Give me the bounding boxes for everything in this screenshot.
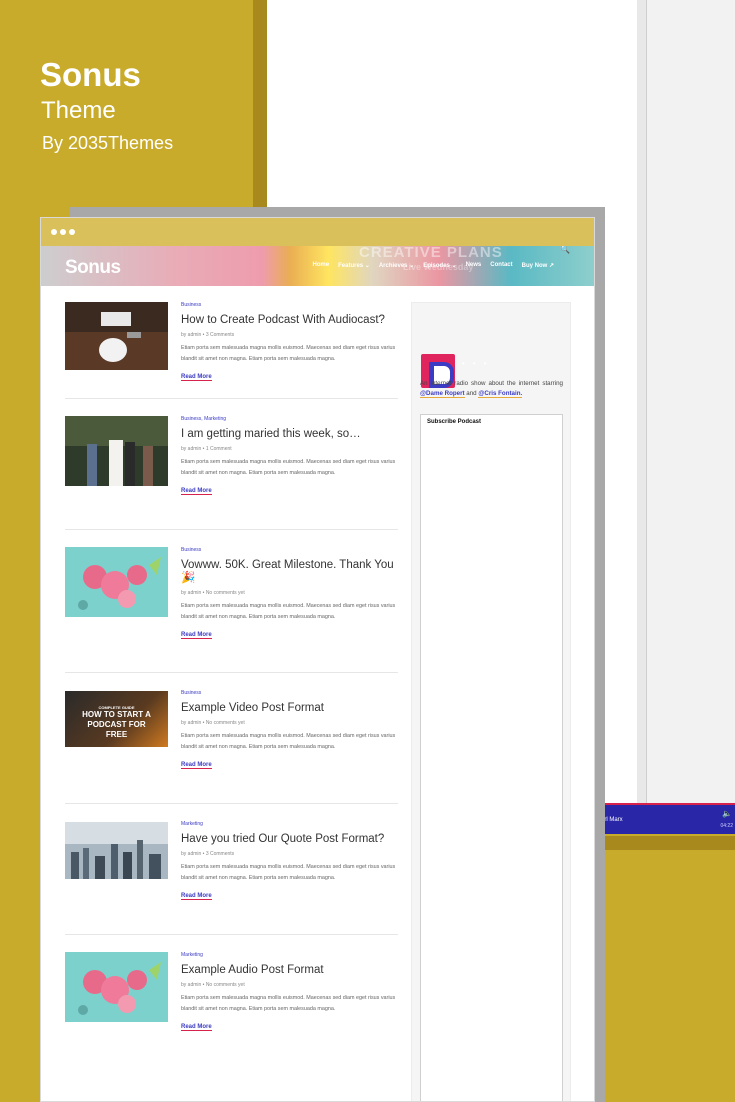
site-logo-text: Sonus xyxy=(65,257,121,278)
host-link-1[interactable]: @Dame Ropert xyxy=(420,390,465,398)
nav-episodes[interactable]: Episodes ⌄ xyxy=(423,262,456,269)
site-header: CREATIVE PLANS Live Wednesday Sonus 🔍 Ho… xyxy=(41,246,594,286)
post-category[interactable]: Business xyxy=(181,547,398,553)
backdrop-gray-column xyxy=(637,0,735,805)
read-more-link[interactable]: Read More xyxy=(181,762,212,769)
player-time: 04:22 xyxy=(720,823,733,829)
read-more-link[interactable]: Read More xyxy=(181,632,212,639)
backdrop-right xyxy=(605,850,735,1102)
nav-news[interactable]: News xyxy=(466,262,482,269)
site-logo[interactable]: Sonus xyxy=(65,257,121,279)
post-thumbnail-video[interactable]: COMPLETE GUIDE HOW TO START A PODCAST FO… xyxy=(65,691,168,747)
nav-features[interactable]: Features ⌄ xyxy=(338,262,370,269)
post-item: Marketing Have you tried Our Quote Post … xyxy=(65,821,398,935)
post-excerpt: Etiam porta sem malesuada magna mollis e… xyxy=(181,864,396,881)
read-more-link[interactable]: Read More xyxy=(181,893,212,900)
main-nav: Home Features ⌄ Archieves ⌄ Episodes ⌄ N… xyxy=(312,262,554,269)
post-category[interactable]: Marketing xyxy=(181,952,398,958)
post-excerpt: Etiam porta sem malesuada magna mollis e… xyxy=(181,603,396,620)
subscribe-label: Subscribe Podcast xyxy=(427,419,481,425)
post-category[interactable]: Business xyxy=(181,302,398,308)
post-title[interactable]: Example Audio Post Format xyxy=(181,964,398,977)
post-item: Business How to Create Podcast With Audi… xyxy=(65,302,398,399)
post-meta: by admin • No comments yet xyxy=(181,590,245,596)
post-thumbnail-party[interactable] xyxy=(65,547,168,617)
hero-banner: CREATIVE PLANS xyxy=(359,246,503,261)
post-excerpt: Etiam porta sem malesuada magna mollis e… xyxy=(181,995,396,1012)
post-title[interactable]: Vowww. 50K. Great Milestone. Thank You 🎉 xyxy=(181,559,398,585)
post-category[interactable]: Business, Marketing xyxy=(181,416,398,422)
post-excerpt: Etiam porta sem malesuada magna mollis e… xyxy=(181,345,396,362)
brand-author: By 2035Themes xyxy=(42,133,174,153)
post-list: Business How to Create Podcast With Audi… xyxy=(65,302,398,1052)
backdrop-strip xyxy=(253,0,267,210)
post-title[interactable]: How to Create Podcast With Audiocast? xyxy=(181,314,398,327)
post-thumbnail-city[interactable] xyxy=(65,822,168,879)
brand-title: Sonus xyxy=(40,56,141,93)
about-widget-text: An internet radio show about the interne… xyxy=(420,379,563,399)
about-and: and xyxy=(466,390,477,397)
post-meta: by admin • No comments yet xyxy=(181,982,245,988)
post-item: COMPLETE GUIDE HOW TO START A PODCAST FO… xyxy=(65,690,398,804)
search-icon[interactable]: 🔍 xyxy=(560,246,570,254)
thumb-caption: HOW TO START A PODCAST FOR FREE xyxy=(82,710,151,739)
decorative-dots-icon: ••• xyxy=(462,359,495,368)
post-meta: by admin • 3 Comments xyxy=(181,332,235,338)
post-meta: by admin • 3 Comments xyxy=(181,851,235,857)
nav-contact[interactable]: Contact xyxy=(490,262,512,269)
post-meta: by admin • 1 Comment xyxy=(181,446,232,452)
post-excerpt: Etiam porta sem malesuada magna mollis e… xyxy=(181,733,396,750)
host-link-2[interactable]: @Cris Fontain. xyxy=(478,390,523,398)
read-more-link[interactable]: Read More xyxy=(181,1024,212,1031)
post-item: Business Vowww. 50K. Great Milestone. Th… xyxy=(65,547,398,673)
nav-home[interactable]: Home xyxy=(312,262,329,269)
subscribe-podcast-widget[interactable]: Subscribe Podcast xyxy=(420,414,563,1101)
brand-subtitle: Theme xyxy=(41,97,116,124)
browser-titlebar xyxy=(41,218,594,246)
player-shadow xyxy=(595,836,735,850)
post-title[interactable]: Example Video Post Format xyxy=(181,702,398,715)
post-meta: by admin • No comments yet xyxy=(181,720,245,726)
subscribe-text: Subscribe Podcast xyxy=(427,419,482,425)
nav-archieves[interactable]: Archieves ⌄ xyxy=(379,262,414,269)
post-item: Marketing Example Audio Post Format by a… xyxy=(65,952,398,1052)
post-category[interactable]: Marketing xyxy=(181,821,398,827)
audio-player-bar[interactable]: Karl Marx 🔈 04:22 xyxy=(595,803,735,834)
read-more-link[interactable]: Read More xyxy=(181,374,212,381)
read-more-link[interactable]: Read More xyxy=(181,488,212,495)
post-excerpt: Etiam porta sem malesuada magna mollis e… xyxy=(181,459,396,476)
window-dot-icon xyxy=(69,229,75,235)
nav-buy-now[interactable]: Buy Now ↗ xyxy=(522,262,554,269)
window-dot-icon xyxy=(51,229,57,235)
post-thumbnail-party[interactable] xyxy=(65,952,168,1022)
window-dot-icon xyxy=(60,229,66,235)
post-category[interactable]: Business xyxy=(181,690,398,696)
post-item: Business, Marketing I am getting maried … xyxy=(65,416,398,530)
post-title[interactable]: I am getting maried this week, so… xyxy=(181,428,398,441)
post-thumbnail-desk[interactable] xyxy=(65,302,168,370)
about-text: An internet radio show about the interne… xyxy=(420,380,563,387)
volume-icon[interactable]: 🔈 xyxy=(722,809,732,818)
browser-window: CREATIVE PLANS Live Wednesday Sonus 🔍 Ho… xyxy=(40,217,595,1102)
post-thumbnail-wedding[interactable] xyxy=(65,416,168,486)
post-title[interactable]: Have you tried Our Quote Post Format? xyxy=(181,833,398,846)
sidebar: ••• An internet radio show about the int… xyxy=(411,302,571,1101)
